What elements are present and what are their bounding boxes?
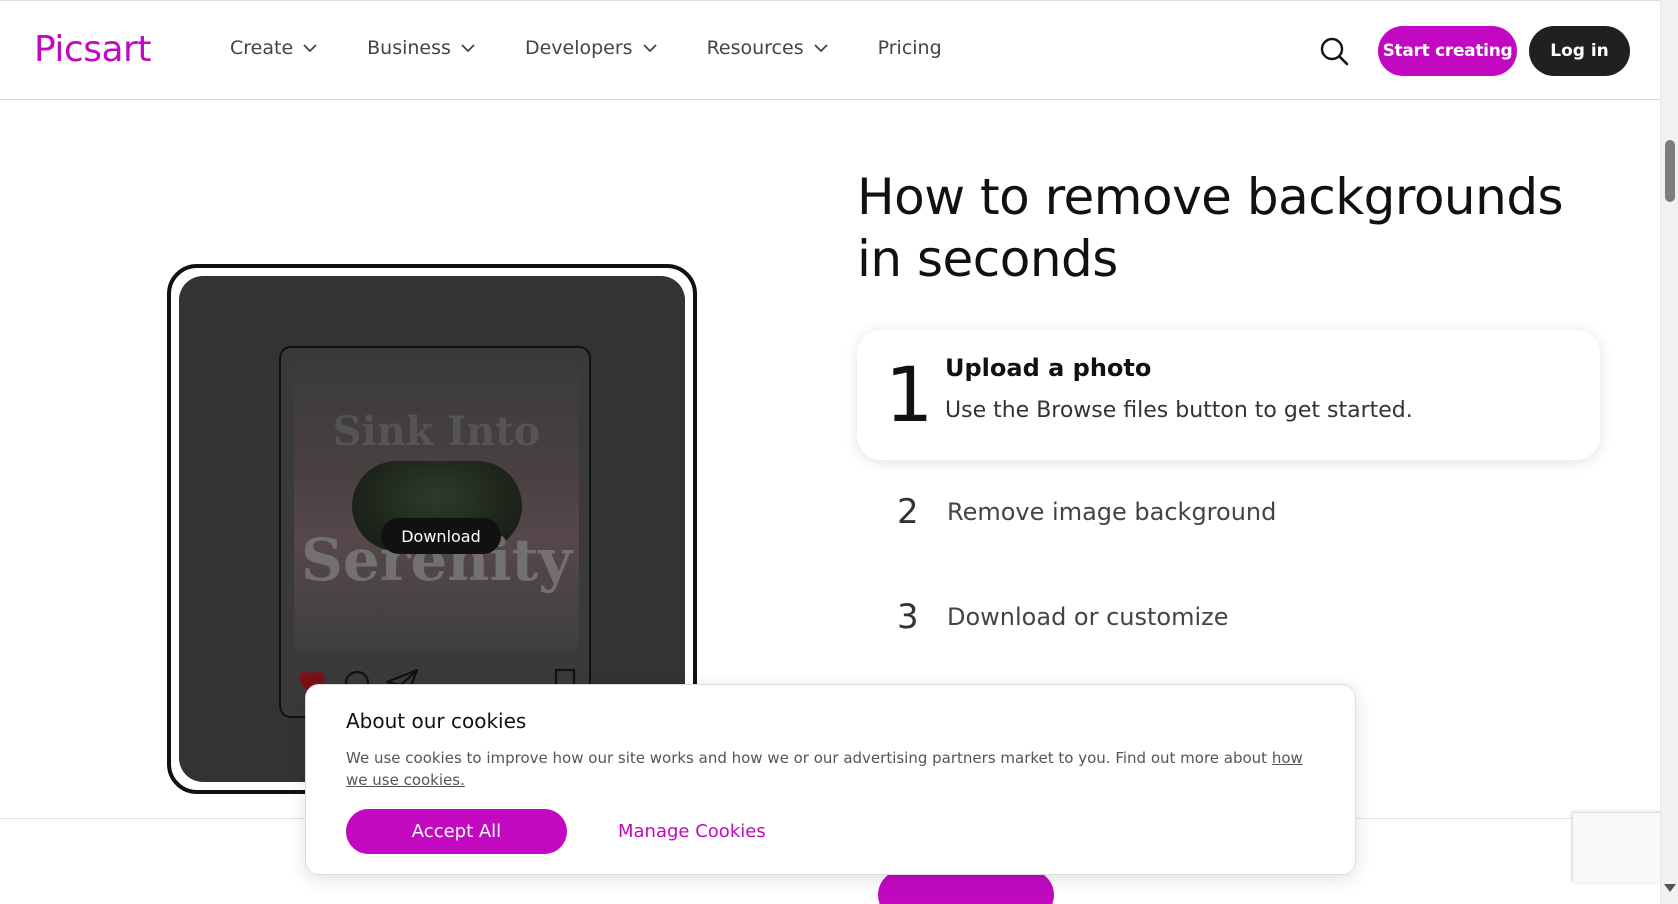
scroll-thumb[interactable] xyxy=(1665,140,1675,202)
step-title: Remove image background xyxy=(947,498,1277,526)
chevron-down-icon xyxy=(303,44,317,53)
recaptcha-badge xyxy=(1572,812,1660,882)
picsart-logo[interactable]: Picsart xyxy=(34,29,151,70)
main-nav: Create Business Developers Resources Pri… xyxy=(230,37,990,59)
chevron-down-icon xyxy=(813,44,828,53)
section-title: How to remove backgrounds in seconds xyxy=(857,168,1564,288)
download-button[interactable]: Download xyxy=(381,518,501,554)
step-description: Use the Browse files button to get start… xyxy=(945,398,1413,423)
step-2[interactable]: 2 Remove image background xyxy=(897,492,1276,532)
page-scrollbar[interactable] xyxy=(1660,0,1678,904)
step-number: 2 xyxy=(897,492,919,532)
nav-business[interactable]: Business xyxy=(367,37,477,59)
step-number: 1 xyxy=(885,350,934,439)
step-title: Upload a photo xyxy=(945,354,1152,382)
cookie-text: We use cookies to improve how our site w… xyxy=(346,747,1326,791)
nav-create[interactable]: Create xyxy=(230,37,319,59)
nav-resources[interactable]: Resources xyxy=(707,37,830,59)
scroll-down-arrow-icon[interactable] xyxy=(1664,884,1676,892)
chevron-down-icon xyxy=(642,44,657,53)
nav-pricing-label: Pricing xyxy=(877,37,942,59)
preview-photo: Sink Into Serenity Download xyxy=(294,366,579,651)
nav-business-label: Business xyxy=(367,37,451,59)
step-number: 3 xyxy=(897,597,919,637)
cookie-banner: About our cookies We use cookies to impr… xyxy=(305,684,1356,875)
nav-developers[interactable]: Developers xyxy=(525,37,659,59)
manage-cookies-button[interactable]: Manage Cookies xyxy=(618,821,766,842)
photo-text-top: Sink Into xyxy=(332,408,541,455)
nav-pricing[interactable]: Pricing xyxy=(878,37,942,59)
cookie-body: We use cookies to improve how our site w… xyxy=(346,749,1272,767)
phone-mockup: Sink Into Serenity Download xyxy=(279,346,591,718)
search-icon[interactable] xyxy=(1318,35,1350,67)
cookie-title: About our cookies xyxy=(346,709,527,733)
site-header: Picsart Create Business Developers Resou… xyxy=(0,0,1660,100)
page: Picsart Create Business Developers Resou… xyxy=(0,0,1678,904)
bottom-cta-button[interactable] xyxy=(878,870,1054,904)
nav-resources-label: Resources xyxy=(706,37,804,59)
accept-all-button[interactable]: Accept All xyxy=(346,809,567,854)
chevron-down-icon xyxy=(461,44,475,53)
step-card-1[interactable]: 1 Upload a photo Use the Browse files bu… xyxy=(857,330,1600,460)
login-button[interactable]: Log in xyxy=(1529,26,1630,76)
step-title: Download or customize xyxy=(947,603,1229,631)
start-creating-button[interactable]: Start creating xyxy=(1378,26,1517,76)
step-3[interactable]: 3 Download or customize xyxy=(897,597,1229,637)
nav-create-label: Create xyxy=(230,37,294,59)
nav-developers-label: Developers xyxy=(524,37,633,59)
